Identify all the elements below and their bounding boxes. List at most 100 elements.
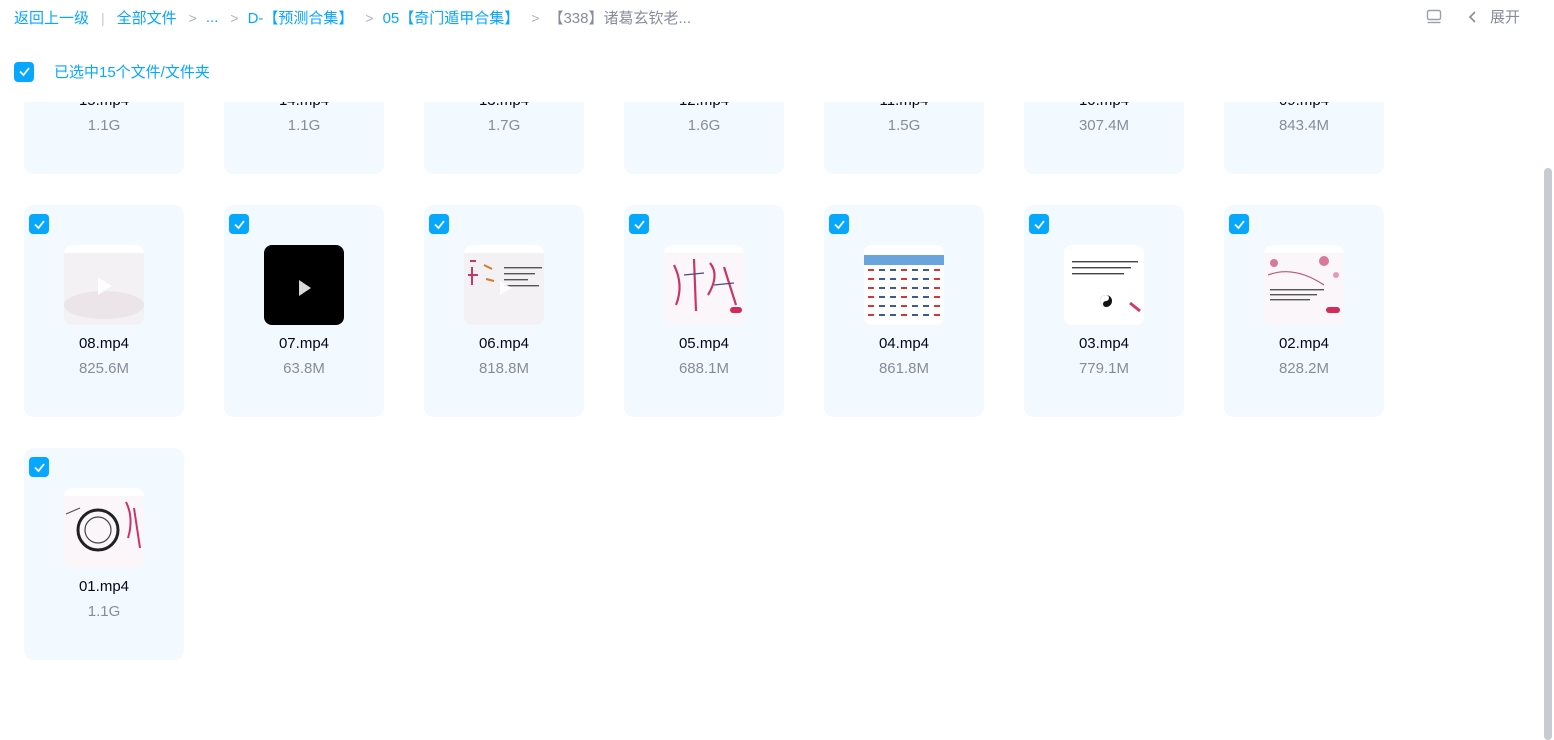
file-size: 818.8M [478, 360, 530, 377]
breadcrumb-ellipsis[interactable]: ... [206, 9, 219, 26]
file-size: 825.6M [78, 360, 130, 377]
list-view-icon[interactable] [1426, 9, 1442, 25]
file-card[interactable]: 06.mp4 818.8M [424, 205, 584, 417]
thumbnail-image [1264, 245, 1344, 325]
check-icon [433, 219, 445, 229]
video-thumbnail[interactable] [1264, 245, 1344, 325]
video-thumbnail[interactable] [1064, 245, 1144, 325]
thumbnail-image [64, 245, 144, 325]
file-name: 10.mp4 [1024, 102, 1184, 109]
file-card[interactable]: 10.mp4 307.4M [1024, 102, 1184, 174]
thumbnail-image [1064, 245, 1144, 325]
breadcrumb-separator: > [230, 9, 239, 26]
check-icon [233, 219, 245, 229]
file-checkbox[interactable] [1229, 214, 1249, 234]
check-icon [33, 462, 45, 472]
selection-count-label: 已选中15个文件/文件夹 [54, 64, 210, 81]
check-icon [33, 219, 45, 229]
file-name: 07.mp4 [278, 335, 330, 352]
file-card[interactable]: 15.mp4 1.1G [24, 102, 184, 174]
file-card[interactable]: 09.mp4 843.4M [1224, 102, 1384, 174]
file-checkbox[interactable] [829, 214, 849, 234]
back-link[interactable]: 返回上一级 [14, 7, 89, 28]
file-size: 307.4M [1078, 117, 1130, 134]
file-name: 03.mp4 [1078, 335, 1130, 352]
file-checkbox[interactable] [1029, 214, 1049, 234]
file-name: 13.mp4 [424, 102, 584, 109]
check-icon [1033, 219, 1045, 229]
select-all-checkbox[interactable] [14, 61, 34, 82]
file-size: 63.8M [283, 360, 325, 377]
expand-button[interactable]: 展开 [1490, 6, 1520, 27]
file-name: 15.mp4 [24, 102, 184, 109]
file-card[interactable]: 13.mp4 1.7G [424, 102, 584, 174]
file-name: 09.mp4 [1224, 102, 1384, 109]
file-name: 05.mp4 [678, 335, 730, 352]
thumbnail-image [264, 245, 344, 325]
breadcrumb-all-files[interactable]: 全部文件 [117, 7, 177, 28]
view-toolbar: 展开 [1426, 6, 1520, 27]
file-name: 04.mp4 [878, 335, 930, 352]
file-size: 828.2M [1278, 360, 1330, 377]
breadcrumb-current: 【338】诸葛玄钦老... [548, 10, 691, 27]
video-thumbnail[interactable] [64, 488, 144, 568]
file-card[interactable]: 11.mp4 1.5G [824, 102, 984, 174]
breadcrumb-separator: > [365, 9, 374, 26]
check-icon [18, 67, 30, 77]
file-name: 14.mp4 [224, 102, 384, 109]
check-icon [633, 219, 645, 229]
breadcrumb-level1[interactable]: D-【预测合集】 [248, 7, 354, 28]
check-icon [1233, 219, 1245, 229]
video-thumbnail[interactable] [264, 245, 344, 325]
thumbnail-image [864, 245, 944, 325]
file-size: 779.1M [1078, 360, 1130, 377]
file-grid-viewport: 15.mp4 1.1G 14.mp4 1.1G 13.mp4 1.7G 12.m… [0, 102, 1554, 740]
file-size: 1.7G [487, 117, 521, 134]
breadcrumb: 返回上一级 | 全部文件 > ... > D-【预测合集】 > 05【奇门遁甲合… [14, 7, 691, 28]
file-size: 1.1G [87, 117, 121, 134]
file-card[interactable]: 03.mp4 779.1M [1024, 205, 1184, 417]
file-size: 688.1M [678, 360, 730, 377]
file-card[interactable]: 05.mp4 688.1M [624, 205, 784, 417]
video-thumbnail[interactable] [64, 245, 144, 325]
breadcrumb-level2[interactable]: 05【奇门遁甲合集】 [383, 7, 520, 28]
video-thumbnail[interactable] [464, 245, 544, 325]
file-size: 1.6G [687, 117, 721, 134]
file-checkbox[interactable] [629, 214, 649, 234]
file-name: 02.mp4 [1278, 335, 1330, 352]
file-checkbox[interactable] [29, 214, 49, 234]
chevron-left-icon[interactable] [1468, 10, 1478, 24]
file-card[interactable]: 08.mp4 825.6M [24, 205, 184, 417]
file-size: 843.4M [1278, 117, 1330, 134]
file-size: 861.8M [878, 360, 930, 377]
file-checkbox[interactable] [29, 457, 49, 477]
file-name: 11.mp4 [824, 102, 984, 109]
thumbnail-image [464, 245, 544, 325]
video-thumbnail[interactable] [864, 245, 944, 325]
file-checkbox[interactable] [229, 214, 249, 234]
thumbnail-image [664, 245, 744, 325]
check-icon [833, 219, 845, 229]
file-name: 08.mp4 [78, 335, 130, 352]
file-card[interactable]: 02.mp4 828.2M [1224, 205, 1384, 417]
file-card[interactable]: 12.mp4 1.6G [624, 102, 784, 174]
file-card[interactable]: 04.mp4 861.8M [824, 205, 984, 417]
file-size: 1.1G [287, 117, 321, 134]
file-card[interactable]: 01.mp4 1.1G [24, 448, 184, 660]
video-thumbnail[interactable] [664, 245, 744, 325]
file-name: 12.mp4 [624, 102, 784, 109]
file-card[interactable]: 07.mp4 63.8M [224, 205, 384, 417]
file-checkbox[interactable] [429, 214, 449, 234]
file-card[interactable]: 14.mp4 1.1G [224, 102, 384, 174]
selection-bar: 已选中15个文件/文件夹 [14, 61, 210, 82]
file-size: 1.1G [87, 603, 121, 620]
breadcrumb-separator: > [531, 9, 540, 26]
file-grid: 15.mp4 1.1G 14.mp4 1.1G 13.mp4 1.7G 12.m… [24, 102, 1384, 660]
scrollbar-thumb[interactable] [1544, 168, 1552, 740]
breadcrumb-separator: > [188, 9, 197, 26]
file-name: 01.mp4 [78, 578, 130, 595]
file-name: 06.mp4 [478, 335, 530, 352]
thumbnail-image [64, 488, 144, 568]
breadcrumb-bar: 返回上一级 | 全部文件 > ... > D-【预测合集】 > 05【奇门遁甲合… [0, 0, 1554, 34]
breadcrumb-divider: | [101, 9, 105, 26]
